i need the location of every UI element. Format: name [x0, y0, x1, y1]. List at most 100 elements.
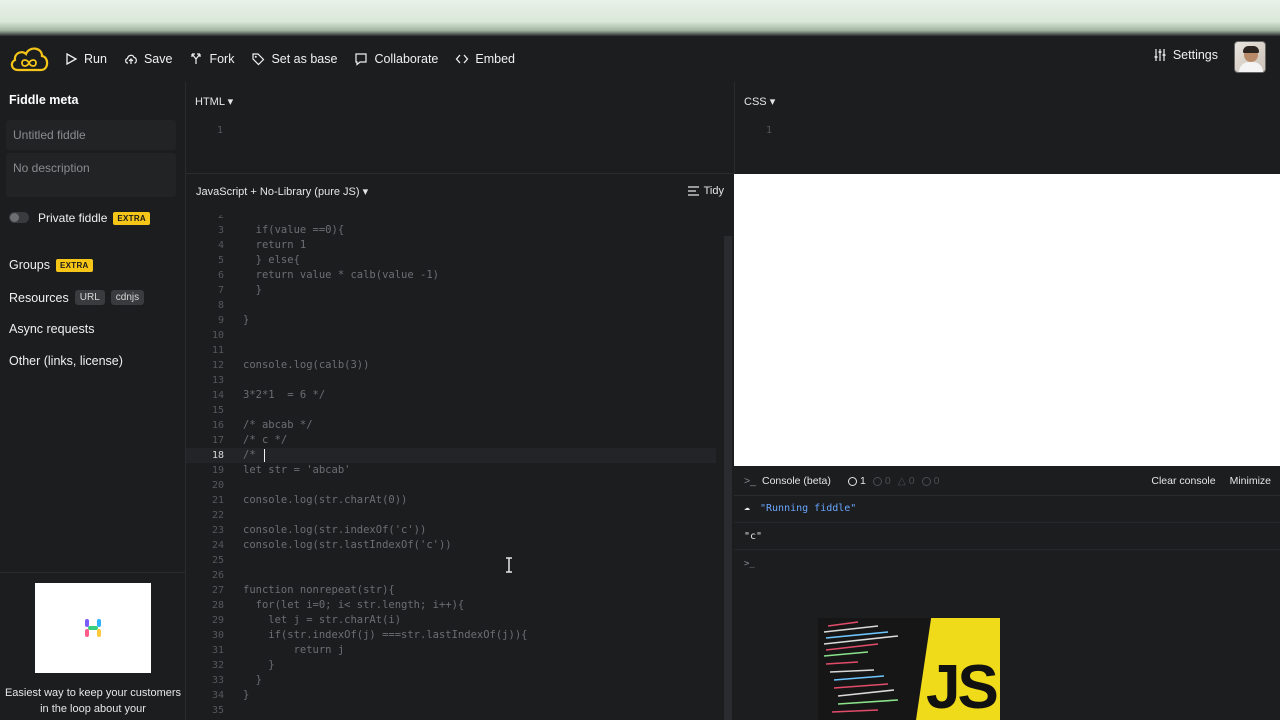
code-icon — [456, 54, 469, 64]
private-fiddle-toggle[interactable] — [9, 212, 29, 223]
tidy-button[interactable]: Tidy — [687, 185, 724, 197]
html-language-dropdown[interactable]: HTML ▾ — [195, 95, 233, 108]
set-as-base-button[interactable]: Set as base — [251, 52, 337, 66]
run-button[interactable]: Run — [64, 52, 107, 66]
log-count[interactable]: 1 — [848, 475, 866, 487]
code-line[interactable]: 35 — [186, 703, 716, 718]
code-text: return value * calb(value -1) — [243, 269, 439, 281]
code-line[interactable]: 25 — [186, 553, 716, 568]
line-number: 16 — [211, 420, 224, 431]
sponsor-logo[interactable] — [35, 583, 151, 673]
code-line[interactable]: 18 /* — [186, 448, 716, 463]
css-panel[interactable]: CSS ▾ 1 — [734, 82, 1280, 174]
clear-console-button[interactable]: Clear console — [1151, 475, 1215, 487]
code-text: /* c */ — [243, 434, 288, 446]
line-number: 22 — [211, 510, 224, 521]
code-line[interactable]: 23 console.log(str.indexOf('c')) — [186, 523, 716, 538]
result-frame[interactable] — [734, 174, 1280, 466]
line-number: 3 — [217, 225, 224, 236]
code-line[interactable]: 15 — [186, 403, 716, 418]
editor-scrollbar[interactable] — [724, 236, 732, 720]
jsfiddle-logo[interactable] — [8, 42, 50, 76]
url-chip[interactable]: URL — [74, 290, 105, 305]
other-label: Other (links, license) — [9, 354, 123, 368]
js-video-thumbnail[interactable]: JS — [818, 618, 1000, 720]
code-text: return j — [243, 644, 345, 656]
code-line[interactable]: 29 let j = str.charAt(i) — [186, 613, 716, 628]
code-line[interactable]: 16 /* abcab */ — [186, 418, 716, 433]
code-line[interactable]: 8 — [186, 298, 716, 313]
code-line[interactable]: 6 return value * calb(value -1) — [186, 268, 716, 283]
code-line[interactable]: 9} — [186, 313, 716, 328]
code-line[interactable]: 22 — [186, 508, 716, 523]
toolbar: Run Save Fork Set as base Collaborate Em… — [0, 36, 1280, 82]
error-count[interactable]: 0 — [872, 475, 891, 487]
code-line[interactable]: 7 } — [186, 283, 716, 298]
fork-button[interactable]: Fork — [189, 52, 234, 66]
embed-button[interactable]: Embed — [455, 52, 515, 66]
code-line[interactable]: 20 — [186, 478, 716, 493]
sponsor-text[interactable]: Easiest way to keep your customers in th… — [0, 685, 186, 717]
fork-icon — [191, 53, 202, 64]
fiddle-description-input[interactable]: No description — [6, 153, 176, 197]
settings-button[interactable]: Settings — [1153, 48, 1218, 62]
code-line[interactable]: 19 let str = 'abcab' — [186, 463, 716, 478]
sidebar-item-resources[interactable]: Resources URL cdnjs — [9, 290, 145, 305]
text-caret — [263, 448, 265, 462]
cdnjs-chip[interactable]: cdnjs — [110, 290, 145, 305]
code-line[interactable]: 30 if(str.indexOf(j) ===str.lastIndexOf(… — [186, 628, 716, 643]
resources-label: Resources — [9, 290, 69, 305]
css-language-dropdown[interactable]: CSS ▾ — [744, 95, 775, 108]
sidebar-item-groups[interactable]: Groups EXTRA — [9, 258, 93, 272]
code-line[interactable]: 10 — [186, 328, 716, 343]
code-line[interactable]: 34} — [186, 688, 716, 703]
line-number: 2 — [217, 215, 224, 221]
html-panel[interactable]: HTML ▾ 1 — [186, 82, 734, 174]
code-line[interactable]: 24 console.log(str.lastIndexOf('c')) — [186, 538, 716, 553]
cloud-upload-icon — [125, 54, 137, 64]
code-line[interactable]: 27 function nonrepeat(str){ — [186, 583, 716, 598]
code-line[interactable]: 28 for(let i=0; i< str.length; i++){ — [186, 598, 716, 613]
line-number: 29 — [211, 615, 224, 626]
code-line[interactable]: 14 3*2*1 = 6 */ — [186, 388, 716, 403]
code-text: } else{ — [243, 254, 300, 266]
code-line[interactable]: 32 } — [186, 658, 716, 673]
collaborate-button[interactable]: Collaborate — [354, 52, 438, 66]
line-number: 6 — [217, 270, 224, 281]
line-number: 26 — [211, 570, 224, 581]
fiddle-name-input[interactable]: Untitled fiddle — [6, 120, 176, 150]
code-line[interactable]: 4 return 1 — [186, 238, 716, 253]
code-line[interactable]: 11 — [186, 343, 716, 358]
line-number: 35 — [211, 705, 224, 716]
save-button[interactable]: Save — [124, 52, 172, 66]
code-line[interactable]: 13 — [186, 373, 716, 388]
code-line[interactable]: 12 console.log(calb(3)) — [186, 358, 716, 373]
line-number: 12 — [211, 360, 224, 371]
code-line[interactable]: 17 /* c */ — [186, 433, 716, 448]
minimize-button[interactable]: Minimize — [1230, 475, 1271, 487]
code-line[interactable]: 26 — [186, 568, 716, 583]
code-line[interactable]: 21 console.log(str.charAt(0)) — [186, 493, 716, 508]
js-code-editor[interactable]: 23 if(value ==0){4 return 15 } else{6 re… — [186, 215, 716, 720]
code-line[interactable]: 31 return j — [186, 643, 716, 658]
line-number: 24 — [211, 540, 224, 551]
code-text: for(let i=0; i< str.length; i++){ — [243, 599, 465, 611]
sidebar: Fiddle meta Untitled fiddle No descripti… — [0, 82, 186, 720]
console-prompt[interactable]: >_ — [744, 559, 755, 569]
code-line[interactable]: 33 } — [186, 673, 716, 688]
code-line[interactable]: 3 if(value ==0){ — [186, 223, 716, 238]
console-line: ☁ "Running fiddle" — [734, 496, 1280, 523]
js-panel[interactable]: JavaScript + No-Library (pure JS) ▾ Tidy… — [186, 174, 734, 720]
js-language-dropdown[interactable]: JavaScript + No-Library (pure JS) ▾ — [196, 185, 368, 198]
sidebar-item-other[interactable]: Other (links, license) — [9, 354, 123, 368]
info-count[interactable]: 0 — [921, 475, 939, 487]
code-line[interactable]: 5 } else{ — [186, 253, 716, 268]
async-label: Async requests — [9, 322, 95, 336]
line-number: 31 — [211, 645, 224, 656]
code-line[interactable]: 2 — [186, 215, 716, 223]
sponsor-ad[interactable]: Easiest way to keep your customers in th… — [0, 572, 186, 720]
sidebar-item-async-requests[interactable]: Async requests — [9, 322, 94, 336]
console-counts: 1 0 △ 0 0 — [848, 475, 939, 487]
user-avatar[interactable] — [1234, 41, 1266, 73]
warning-count[interactable]: △ 0 — [898, 475, 915, 487]
